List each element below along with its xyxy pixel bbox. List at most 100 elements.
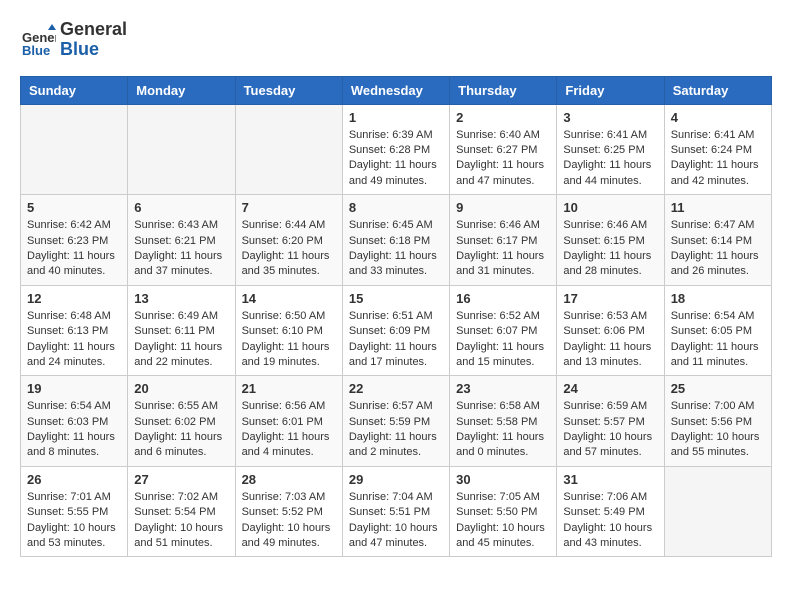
cell-text: Sunrise: 6:46 AMSunset: 6:15 PMDaylight:… [563, 218, 657, 280]
calendar-cell: 8Sunrise: 6:45 AMSunset: 6:18 PMDaylight… [342, 195, 449, 286]
calendar-cell: 2Sunrise: 6:40 AMSunset: 6:27 PMDaylight… [450, 104, 557, 195]
calendar-table: SundayMondayTuesdayWednesdayThursdayFrid… [20, 76, 772, 558]
day-number: 8 [349, 200, 443, 215]
day-number: 20 [134, 381, 228, 396]
day-number: 4 [671, 110, 765, 125]
weekday-monday: Monday [128, 76, 235, 104]
day-number: 28 [242, 472, 336, 487]
calendar-cell: 6 Sunrise: 6:43 AMSunset: 6:21 PMDaylight… [128, 195, 235, 286]
weekday-friday: Friday [557, 76, 664, 104]
day-number: 5 [27, 200, 121, 215]
calendar-cell: 19 Sunrise: 6:54 AMSunset: 6:03 PMDayligh… [21, 376, 128, 467]
cell-text: Sunrise: 7:02 AMSunset: 5:54 PMDaylight:… [134, 490, 228, 552]
calendar-cell: 5 Sunrise: 6:42 AMSunset: 6:23 PMDaylight… [21, 195, 128, 286]
calendar-body: 1Sunrise: 6:39 AMSunset: 6:28 PMDaylight… [21, 104, 772, 557]
calendar-week-4: 19 Sunrise: 6:54 AMSunset: 6:03 PMDayligh… [21, 376, 772, 467]
cell-text: Sunrise: 6:55 AMSunset: 6:02 PMDaylight:… [134, 399, 228, 461]
cell-text: Sunrise: 6:57 AMSunset: 5:59 PMDaylight:… [349, 399, 443, 461]
calendar-cell: 10 Sunrise: 6:46 AMSunset: 6:15 PMDayligh… [557, 195, 664, 286]
cell-text: Sunrise: 6:59 AMSunset: 5:57 PMDaylight:… [563, 399, 657, 461]
calendar-week-5: 26 Sunrise: 7:01 AMSunset: 5:55 PMDayligh… [21, 466, 772, 557]
cell-text: Sunrise: 6:58 AMSunset: 5:58 PMDaylight:… [456, 399, 550, 461]
cell-text: Sunrise: 6:50 AMSunset: 6:10 PMDaylight:… [242, 309, 336, 371]
cell-text: Sunrise: 6:54 AMSunset: 6:05 PMDaylight:… [671, 309, 765, 371]
cell-text: Sunrise: 6:51 AMSunset: 6:09 PMDaylight:… [349, 309, 443, 371]
calendar-cell [21, 104, 128, 195]
calendar-cell: 18 Sunrise: 6:54 AMSunset: 6:05 PMDayligh… [664, 285, 771, 376]
calendar-cell [235, 104, 342, 195]
day-number: 11 [671, 200, 765, 215]
day-number: 24 [563, 381, 657, 396]
calendar-cell: 30 Sunrise: 7:05 AMSunset: 5:50 PMDayligh… [450, 466, 557, 557]
calendar-cell: 24 Sunrise: 6:59 AMSunset: 5:57 PMDayligh… [557, 376, 664, 467]
logo-line1: General [60, 20, 127, 40]
page-header: General Blue General Blue [20, 20, 772, 60]
day-number: 18 [671, 291, 765, 306]
logo-line2: Blue [60, 40, 127, 60]
cell-text: Sunrise: 6:39 AMSunset: 6:28 PMDaylight:… [349, 128, 443, 190]
day-number: 26 [27, 472, 121, 487]
day-number: 14 [242, 291, 336, 306]
calendar-cell: 26 Sunrise: 7:01 AMSunset: 5:55 PMDayligh… [21, 466, 128, 557]
calendar-cell: 11 Sunrise: 6:47 AMSunset: 6:14 PMDayligh… [664, 195, 771, 286]
cell-text: Sunrise: 6:46 AMSunset: 6:17 PMDaylight:… [456, 218, 550, 280]
cell-text: Sunrise: 6:42 AMSunset: 6:23 PMDaylight:… [27, 218, 121, 280]
calendar-cell: 3 Sunrise: 6:41 AMSunset: 6:25 PMDaylight… [557, 104, 664, 195]
calendar-cell: 17Sunrise: 6:53 AMSunset: 6:06 PMDayligh… [557, 285, 664, 376]
cell-text: Sunrise: 6:41 AMSunset: 6:25 PMDaylight:… [563, 128, 657, 190]
day-number: 22 [349, 381, 443, 396]
cell-text: Sunrise: 6:40 AMSunset: 6:27 PMDaylight:… [456, 128, 550, 190]
cell-text: Sunrise: 7:06 AMSunset: 5:49 PMDaylight:… [563, 490, 657, 552]
day-number: 27 [134, 472, 228, 487]
logo-icon: General Blue [20, 22, 56, 58]
calendar-cell: 20 Sunrise: 6:55 AMSunset: 6:02 PMDayligh… [128, 376, 235, 467]
calendar-cell: 28 Sunrise: 7:03 AMSunset: 5:52 PMDayligh… [235, 466, 342, 557]
cell-text: Sunrise: 6:48 AMSunset: 6:13 PMDaylight:… [27, 309, 121, 371]
calendar-cell: 1Sunrise: 6:39 AMSunset: 6:28 PMDaylight… [342, 104, 449, 195]
calendar-cell: 16Sunrise: 6:52 AMSunset: 6:07 PMDayligh… [450, 285, 557, 376]
weekday-header-row: SundayMondayTuesdayWednesdayThursdayFrid… [21, 76, 772, 104]
svg-text:Blue: Blue [22, 43, 50, 58]
calendar-cell: 22 Sunrise: 6:57 AMSunset: 5:59 PMDayligh… [342, 376, 449, 467]
day-number: 19 [27, 381, 121, 396]
cell-text: Sunrise: 6:43 AMSunset: 6:21 PMDaylight:… [134, 218, 228, 280]
day-number: 23 [456, 381, 550, 396]
cell-text: Sunrise: 7:03 AMSunset: 5:52 PMDaylight:… [242, 490, 336, 552]
cell-text: Sunrise: 6:47 AMSunset: 6:14 PMDaylight:… [671, 218, 765, 280]
calendar-cell [128, 104, 235, 195]
day-number: 29 [349, 472, 443, 487]
day-number: 25 [671, 381, 765, 396]
cell-text: Sunrise: 7:00 AMSunset: 5:56 PMDaylight:… [671, 399, 765, 461]
day-number: 7 [242, 200, 336, 215]
cell-text: Sunrise: 7:04 AMSunset: 5:51 PMDaylight:… [349, 490, 443, 552]
calendar-cell: 4 Sunrise: 6:41 AMSunset: 6:24 PMDaylight… [664, 104, 771, 195]
day-number: 21 [242, 381, 336, 396]
calendar-cell: 27 Sunrise: 7:02 AMSunset: 5:54 PMDayligh… [128, 466, 235, 557]
calendar-week-1: 1Sunrise: 6:39 AMSunset: 6:28 PMDaylight… [21, 104, 772, 195]
cell-text: Sunrise: 7:05 AMSunset: 5:50 PMDaylight:… [456, 490, 550, 552]
day-number: 3 [563, 110, 657, 125]
cell-text: Sunrise: 6:52 AMSunset: 6:07 PMDaylight:… [456, 309, 550, 371]
day-number: 6 [134, 200, 228, 215]
weekday-sunday: Sunday [21, 76, 128, 104]
calendar-cell: 7 Sunrise: 6:44 AMSunset: 6:20 PMDaylight… [235, 195, 342, 286]
cell-text: Sunrise: 6:49 AMSunset: 6:11 PMDaylight:… [134, 309, 228, 371]
day-number: 9 [456, 200, 550, 215]
calendar-cell: 12Sunrise: 6:48 AMSunset: 6:13 PMDayligh… [21, 285, 128, 376]
cell-text: Sunrise: 6:54 AMSunset: 6:03 PMDaylight:… [27, 399, 121, 461]
day-number: 10 [563, 200, 657, 215]
calendar-cell: 15 Sunrise: 6:51 AMSunset: 6:09 PMDayligh… [342, 285, 449, 376]
cell-text: Sunrise: 6:44 AMSunset: 6:20 PMDaylight:… [242, 218, 336, 280]
weekday-saturday: Saturday [664, 76, 771, 104]
day-number: 30 [456, 472, 550, 487]
calendar-cell: 13Sunrise: 6:49 AMSunset: 6:11 PMDayligh… [128, 285, 235, 376]
day-number: 31 [563, 472, 657, 487]
calendar-cell: 21Sunrise: 6:56 AMSunset: 6:01 PMDayligh… [235, 376, 342, 467]
cell-text: Sunrise: 7:01 AMSunset: 5:55 PMDaylight:… [27, 490, 121, 552]
day-number: 15 [349, 291, 443, 306]
calendar-cell: 9 Sunrise: 6:46 AMSunset: 6:17 PMDaylight… [450, 195, 557, 286]
calendar-cell: 23 Sunrise: 6:58 AMSunset: 5:58 PMDayligh… [450, 376, 557, 467]
calendar-cell: 14 Sunrise: 6:50 AMSunset: 6:10 PMDayligh… [235, 285, 342, 376]
cell-text: Sunrise: 6:41 AMSunset: 6:24 PMDaylight:… [671, 128, 765, 190]
day-number: 17 [563, 291, 657, 306]
